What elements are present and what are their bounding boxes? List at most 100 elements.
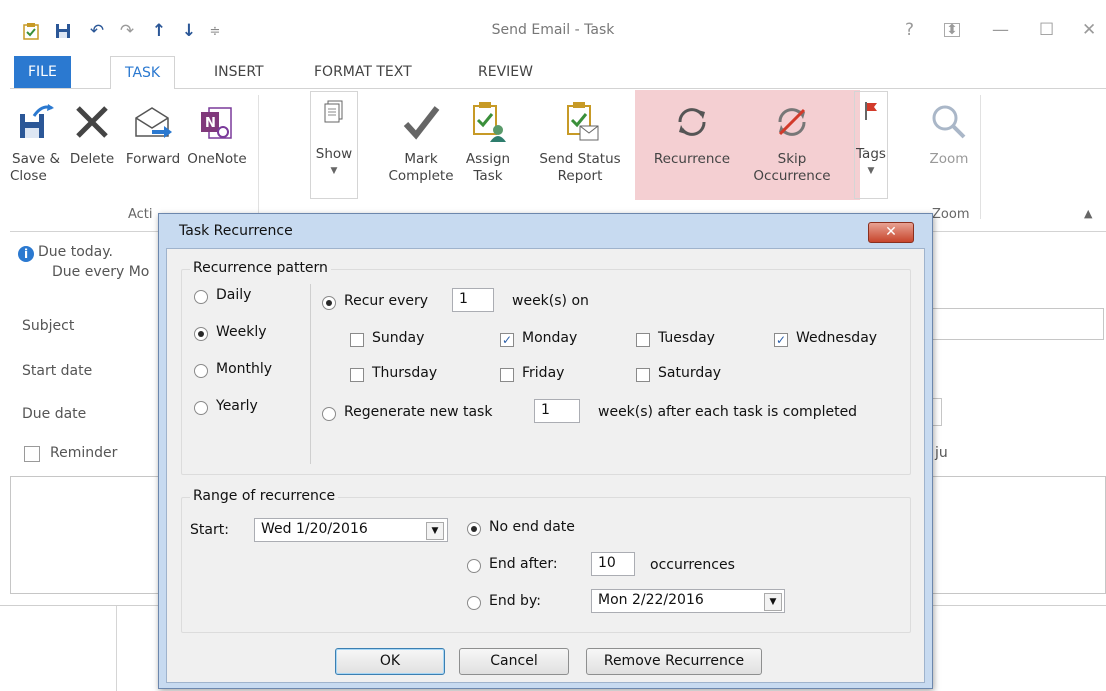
mark-complete-button[interactable]: Mark Complete [388, 89, 454, 185]
start-label: Start: [190, 522, 229, 538]
monthly-radio[interactable] [194, 364, 208, 378]
tab-review[interactable]: REVIEW [464, 56, 547, 88]
tags-dropdown-icon: ▼ [867, 166, 875, 176]
regenerate-radio[interactable] [322, 407, 336, 421]
daily-label: Daily [216, 287, 252, 303]
show-pages-icon [323, 99, 345, 128]
dialog-body: Recurrence pattern Daily Weekly Monthly … [166, 248, 925, 683]
delete-label: Delete [69, 151, 115, 167]
remove-recurrence-button[interactable]: Remove Recurrence [586, 648, 762, 675]
info-due-every: Due every Mo [52, 264, 150, 280]
save-close-button[interactable]: Save & Close [10, 89, 62, 185]
forward-button[interactable]: Forward [122, 89, 184, 168]
skip-occurrence-label-1: Skip [777, 151, 807, 167]
assign-task-icon [468, 100, 508, 147]
save-close-label-2: Close [10, 168, 47, 184]
send-status-report-button[interactable]: Send Status Report [532, 89, 628, 185]
sunday-label: Sunday [372, 330, 425, 346]
maximize-icon[interactable]: ☐ [1039, 20, 1054, 40]
ok-button[interactable]: OK [335, 648, 445, 675]
start-date-input[interactable]: Wed 1/20/2016 [254, 518, 448, 542]
collapse-ribbon-icon[interactable]: ▲ [1084, 207, 1092, 220]
tab-task[interactable]: TASK [110, 56, 176, 89]
subject-label: Subject [22, 318, 75, 334]
tab-insert[interactable]: INSERT [200, 56, 278, 88]
flag-icon [862, 100, 880, 127]
recurrence-button[interactable]: Recurrence [642, 89, 742, 168]
no-end-date-radio[interactable] [467, 522, 481, 536]
minimize-icon[interactable]: — [992, 20, 1009, 40]
recurrence-icon [672, 102, 712, 147]
saturday-checkbox[interactable] [636, 368, 650, 382]
cancel-button[interactable]: Cancel [459, 648, 569, 675]
tags-button[interactable]: Tags ▼ [854, 91, 888, 199]
range-of-recurrence-group: Range of recurrence Start: Wed 1/20/2016… [181, 488, 911, 633]
help-icon[interactable]: ? [905, 20, 914, 40]
ribbon-tabs: FILE TASK INSERT FORMAT TEXT REVIEW [0, 56, 1106, 89]
zoom-group-label: Zoom [932, 207, 970, 222]
tab-file[interactable]: FILE [14, 56, 71, 88]
end-after-input[interactable]: 10 [591, 552, 635, 576]
delete-button[interactable]: Delete [66, 89, 118, 168]
recur-every-suffix: week(s) on [512, 293, 589, 309]
recurrence-pattern-group: Recurrence pattern Daily Weekly Monthly … [181, 260, 911, 475]
delete-x-icon [72, 102, 112, 147]
end-by-date-input[interactable]: Mon 2/22/2016 [591, 589, 785, 613]
show-button[interactable]: Show ▼ [310, 91, 358, 199]
ribbon-separator [980, 95, 981, 219]
recur-every-label: Recur every [344, 293, 429, 309]
wednesday-checkbox[interactable]: ✓ [774, 333, 788, 347]
wednesday-label: Wednesday [796, 330, 878, 346]
close-icon[interactable]: ✕ [1082, 20, 1096, 40]
pattern-divider [310, 284, 311, 464]
friday-checkbox[interactable] [500, 368, 514, 382]
assign-task-label-1: Assign [465, 151, 511, 167]
due-date-label: Due date [22, 406, 87, 422]
tuesday-checkbox[interactable] [636, 333, 650, 347]
ribbon-display-options-icon[interactable]: ⬍ [944, 23, 960, 37]
weekly-radio[interactable] [194, 327, 208, 341]
reminder-checkbox[interactable] [24, 446, 40, 462]
mark-complete-label-1: Mark [404, 151, 438, 167]
skip-occurrence-icon [772, 102, 812, 147]
tab-format-text[interactable]: FORMAT TEXT [300, 56, 426, 88]
actions-group-label: Acti [128, 207, 153, 222]
end-after-radio[interactable] [467, 559, 481, 573]
onenote-button[interactable]: N OneNote [184, 89, 250, 168]
assign-task-label-2: Task [473, 168, 503, 184]
subject-input[interactable] [932, 308, 1104, 340]
onenote-label: OneNote [187, 151, 247, 167]
start-date-dropdown-icon[interactable]: ▼ [426, 522, 444, 540]
monday-label: Monday [522, 330, 578, 346]
dialog-close-button[interactable]: ✕ [868, 222, 914, 243]
window-title: Send Email - Task [491, 22, 615, 38]
regenerate-suffix: week(s) after each task is completed [598, 404, 858, 420]
zoom-label: Zoom [929, 151, 969, 167]
yearly-radio[interactable] [194, 401, 208, 415]
onenote-icon: N [199, 102, 235, 147]
zoom-button[interactable]: Zoom [914, 89, 984, 168]
tuesday-label: Tuesday [658, 330, 715, 346]
friday-label: Friday [522, 365, 565, 381]
regenerate-input[interactable]: 1 [534, 399, 580, 423]
ribbon-separator [258, 95, 259, 219]
end-by-label: End by: [489, 593, 541, 609]
status-report-icon [560, 100, 600, 147]
save-close-icon [16, 102, 56, 147]
show-dropdown-icon: ▼ [330, 166, 338, 176]
ribbon: Save & Close Delete Forward N OneNote Sh… [10, 88, 1106, 232]
end-by-radio[interactable] [467, 596, 481, 610]
thursday-checkbox[interactable] [350, 368, 364, 382]
daily-radio[interactable] [194, 290, 208, 304]
attachment-divider [116, 605, 117, 691]
owner-fragment: ju [935, 445, 948, 461]
checkmark-icon [401, 102, 441, 147]
monday-checkbox[interactable]: ✓ [500, 333, 514, 347]
recur-every-input[interactable]: 1 [452, 288, 494, 312]
recur-every-radio[interactable] [322, 296, 336, 310]
sunday-checkbox[interactable] [350, 333, 364, 347]
end-by-dropdown-icon[interactable]: ▼ [764, 593, 782, 611]
skip-occurrence-button[interactable]: Skip Occurrence [742, 89, 842, 185]
assign-task-button[interactable]: Assign Task [462, 89, 514, 185]
send-status-label-1: Send Status [539, 151, 621, 167]
